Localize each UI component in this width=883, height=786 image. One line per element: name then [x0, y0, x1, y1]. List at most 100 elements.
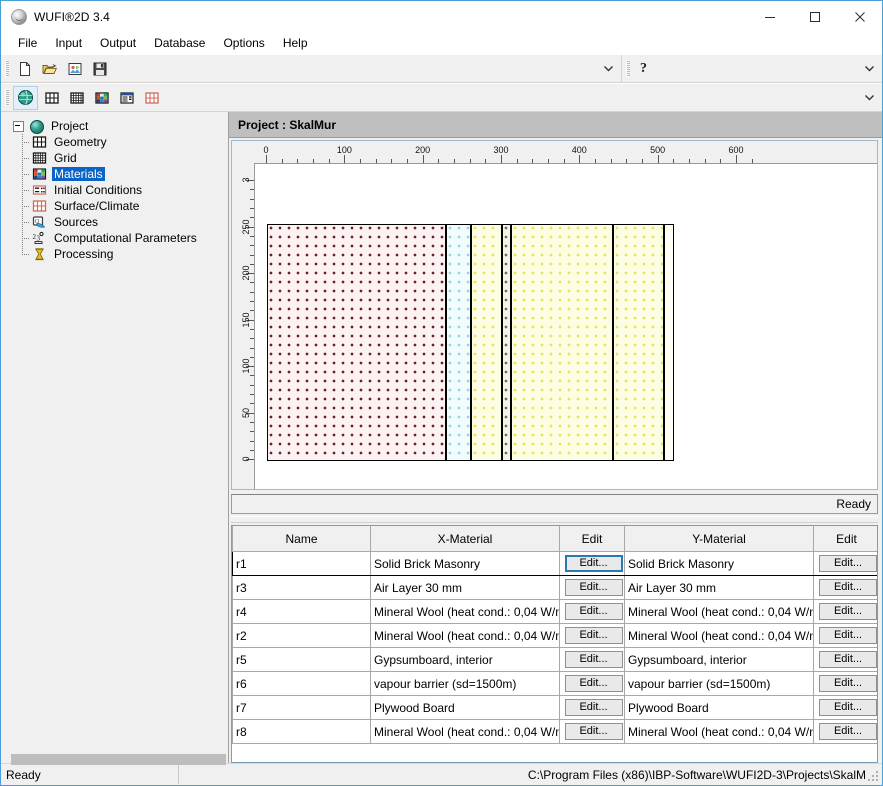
menu-help[interactable]: Help: [274, 34, 317, 53]
sidebar-item-geometry[interactable]: Geometry: [1, 134, 228, 150]
new-file-icon[interactable]: [13, 58, 36, 80]
edit-y-button[interactable]: Edit...: [819, 627, 877, 644]
save-disk-icon[interactable]: [88, 58, 111, 80]
materials-icon[interactable]: [90, 87, 113, 109]
menu-database[interactable]: Database: [145, 34, 214, 53]
table-row[interactable]: r2 Mineral Wool (heat cond.: 0,04 W/mK) Ed…: [232, 623, 877, 648]
resize-grip-icon[interactable]: [868, 771, 879, 782]
material-layer-r5[interactable]: [664, 224, 674, 462]
material-layer-r4[interactable]: [471, 224, 502, 462]
initial-conditions-icon[interactable]: [115, 87, 138, 109]
cell-name[interactable]: r3: [232, 575, 371, 600]
material-layer-r8[interactable]: [613, 224, 665, 462]
material-layer-r1[interactable]: [267, 224, 446, 462]
sidebar-item-materials[interactable]: Materials: [1, 166, 228, 182]
cell-x-material[interactable]: Mineral Wool (heat cond.: 0,04 W/mK): [370, 623, 560, 648]
table-row[interactable]: r7 Plywood Board Edit... Plywood Board Edit.…: [232, 695, 877, 720]
edit-y-button[interactable]: Edit...: [819, 555, 877, 572]
cell-y-material[interactable]: Plywood Board: [624, 695, 814, 720]
table-row[interactable]: r8 Mineral Wool (heat cond.: 0,04 W/mK) Ed…: [232, 719, 877, 744]
cell-y-material[interactable]: Mineral Wool (heat cond.: 0,04 W/mK): [624, 599, 814, 624]
material-layer-r2[interactable]: [510, 224, 614, 462]
menu-file[interactable]: File: [9, 34, 46, 53]
cell-name[interactable]: r8: [232, 719, 371, 744]
collapse-expander-icon[interactable]: [13, 120, 24, 132]
edit-y-button[interactable]: Edit...: [819, 651, 877, 668]
edit-x-button[interactable]: Edit...: [564, 651, 623, 668]
edit-x-button[interactable]: Edit...: [564, 579, 623, 596]
edit-y-button[interactable]: Edit...: [819, 603, 877, 620]
project-tree-sidebar: Project Geometry Grid Materials Initial …: [1, 112, 229, 763]
edit-x-button[interactable]: Edit...: [564, 627, 623, 644]
help-toolbar-overflow-chevron-down-icon[interactable]: [864, 63, 875, 74]
sidebar-item-processing[interactable]: Processing: [1, 246, 228, 262]
toolbar-overflow-chevron-down-icon[interactable]: [603, 63, 614, 74]
sidebar-item-sources[interactable]: Q Sources: [1, 214, 228, 230]
maximize-button[interactable]: [792, 1, 837, 32]
edit-x-button[interactable]: Edit...: [564, 723, 623, 740]
cell-x-material[interactable]: Gypsumboard, interior: [370, 647, 560, 672]
edit-x-button[interactable]: Edit...: [564, 699, 623, 716]
cell-y-material[interactable]: Air Layer 30 mm: [624, 575, 814, 600]
cell-x-material[interactable]: Mineral Wool (heat cond.: 0,04 W/mK): [370, 599, 560, 624]
menu-output[interactable]: Output: [91, 34, 145, 53]
nav-toolbar-grip[interactable]: [5, 89, 9, 106]
assembly-drawing[interactable]: [255, 164, 877, 489]
sidebar-item-surface-climate[interactable]: Surface/Climate: [1, 198, 228, 214]
cell-y-material[interactable]: Gypsumboard, interior: [624, 647, 814, 672]
cell-name[interactable]: r7: [232, 695, 371, 720]
material-layer-r3[interactable]: [445, 224, 472, 462]
picture-icon[interactable]: [63, 58, 86, 80]
material-layer-r6[interactable]: [501, 224, 511, 462]
sidebar-item-grid[interactable]: Grid: [1, 150, 228, 166]
column-header-edit-y[interactable]: Edit: [813, 526, 877, 552]
tree-node-project[interactable]: Project: [1, 118, 228, 134]
cell-y-material[interactable]: Solid Brick Masonry: [624, 551, 814, 576]
table-row[interactable]: r4 Mineral Wool (heat cond.: 0,04 W/mK) Ed…: [232, 599, 877, 624]
edit-y-button[interactable]: Edit...: [819, 699, 877, 716]
edit-y-button[interactable]: Edit...: [819, 723, 877, 740]
geometry-grid-icon[interactable]: [40, 87, 63, 109]
edit-y-button[interactable]: Edit...: [819, 579, 877, 596]
column-header-y-material[interactable]: Y-Material: [624, 526, 814, 552]
column-header-name[interactable]: Name: [232, 526, 371, 552]
edit-x-button[interactable]: Edit...: [564, 603, 623, 620]
project-globe-icon[interactable]: [13, 85, 38, 110]
cell-name[interactable]: r5: [232, 647, 371, 672]
cell-name[interactable]: r4: [232, 599, 371, 624]
table-row[interactable]: r1 Solid Brick Masonry Edit... Solid Brick …: [232, 551, 877, 576]
cell-y-material[interactable]: Mineral Wool (heat cond.: 0,04 W/mK): [624, 623, 814, 648]
table-row[interactable]: r3 Air Layer 30 mm Edit... Air Layer 30 mm E…: [232, 575, 877, 600]
help-button[interactable]: ?: [633, 61, 654, 77]
grid-fine-icon[interactable]: [65, 87, 88, 109]
close-button[interactable]: [837, 1, 882, 32]
column-header-x-material[interactable]: X-Material: [370, 526, 560, 552]
sidebar-item-computational-parameters[interactable]: 2 3 Computational Parameters: [1, 230, 228, 246]
menu-options[interactable]: Options: [214, 34, 273, 53]
cell-x-material[interactable]: vapour barrier (sd=1500m): [370, 671, 560, 696]
cell-x-material[interactable]: Solid Brick Masonry: [370, 551, 560, 576]
edit-x-button[interactable]: Edit...: [564, 555, 623, 572]
surface-climate-icon[interactable]: [140, 87, 163, 109]
help-toolbar-grip[interactable]: [626, 60, 630, 77]
menu-input[interactable]: Input: [46, 34, 91, 53]
cell-name[interactable]: r6: [232, 671, 371, 696]
pane-splitter[interactable]: [231, 516, 878, 523]
toolbar-grip[interactable]: [5, 60, 9, 77]
cell-x-material[interactable]: Mineral Wool (heat cond.: 0,04 W/mK): [370, 719, 560, 744]
edit-x-button[interactable]: Edit...: [564, 675, 623, 692]
cell-x-material[interactable]: Plywood Board: [370, 695, 560, 720]
table-row[interactable]: r6 vapour barrier (sd=1500m) Edit... vapour…: [232, 671, 877, 696]
cell-name[interactable]: r2: [232, 623, 371, 648]
cell-x-material[interactable]: Air Layer 30 mm: [370, 575, 560, 600]
sidebar-item-initial-conditions[interactable]: Initial Conditions: [1, 182, 228, 198]
cell-y-material[interactable]: Mineral Wool (heat cond.: 0,04 W/mK): [624, 719, 814, 744]
cell-y-material[interactable]: vapour barrier (sd=1500m): [624, 671, 814, 696]
column-header-edit-x[interactable]: Edit: [559, 526, 625, 552]
open-folder-icon[interactable]: [38, 58, 61, 80]
nav-toolbar-overflow-chevron-down-icon[interactable]: [864, 92, 875, 103]
table-row[interactable]: r5 Gypsumboard, interior Edit... Gypsumboar…: [232, 647, 877, 672]
edit-y-button[interactable]: Edit...: [819, 675, 877, 692]
minimize-button[interactable]: [747, 1, 792, 32]
cell-name[interactable]: r1: [232, 551, 371, 576]
